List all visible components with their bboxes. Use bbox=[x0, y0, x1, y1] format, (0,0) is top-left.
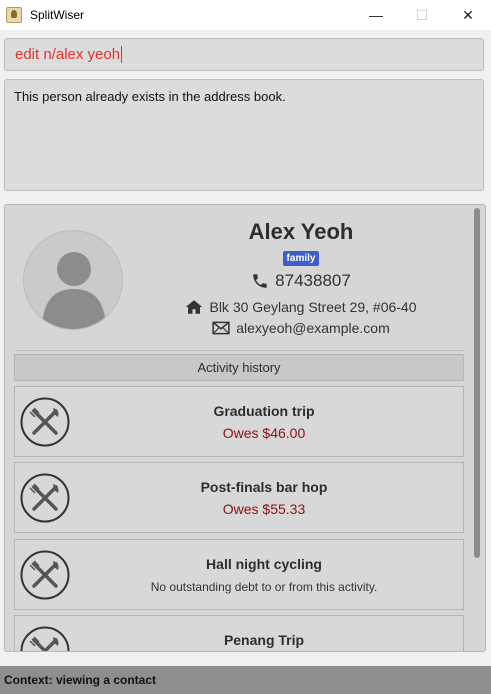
activity-title: Hall night cycling bbox=[206, 556, 322, 572]
avatar-placeholder-icon bbox=[42, 252, 106, 329]
activity-title: Post-finals bar hop bbox=[200, 479, 328, 495]
activity-card[interactable]: Graduation trip Owes $46.00 bbox=[14, 386, 464, 457]
phone-row: 87438807 bbox=[135, 271, 467, 291]
activity-card[interactable]: Post-finals bar hop Owes $55.33 bbox=[14, 462, 464, 533]
activity-status: No outstanding debt to or from this acti… bbox=[150, 580, 378, 594]
avatar bbox=[23, 230, 123, 330]
command-input[interactable]: edit n/alex yeoh bbox=[4, 38, 484, 71]
activity-title: Graduation trip bbox=[213, 403, 315, 419]
utensils-icon bbox=[20, 397, 70, 447]
window-title: SplitWiser bbox=[30, 8, 85, 22]
section-divider bbox=[15, 350, 465, 351]
close-button[interactable]: ✕ bbox=[445, 0, 491, 30]
result-message: This person already exists in the addres… bbox=[14, 89, 286, 104]
command-text: edit n/alex yeoh bbox=[15, 46, 121, 63]
scrollbar-thumb[interactable] bbox=[474, 208, 480, 558]
app-icon bbox=[6, 7, 22, 23]
utensils-icon bbox=[20, 550, 70, 600]
contact-phone: 87438807 bbox=[275, 271, 351, 290]
mail-icon bbox=[212, 321, 230, 335]
activity-status: Owes $55.33 bbox=[222, 501, 306, 517]
activity-card[interactable]: Penang Trip bbox=[14, 615, 464, 651]
phone-icon bbox=[253, 274, 267, 288]
activity-history-header: Activity history bbox=[14, 354, 464, 381]
tag-badge: family bbox=[282, 251, 320, 266]
address-row: Blk 30 Geylang Street 29, #06-40 bbox=[135, 299, 467, 315]
utensils-icon bbox=[20, 473, 70, 523]
activity-card[interactable]: Hall night cycling No outstanding debt t… bbox=[14, 539, 464, 610]
contact-address: Blk 30 Geylang Street 29, #06-40 bbox=[209, 299, 417, 315]
window-controls: — ☐ ✕ bbox=[353, 0, 491, 30]
utensils-icon bbox=[20, 626, 70, 651]
minimize-button[interactable]: — bbox=[353, 0, 399, 30]
email-row: alexyeoh@example.com bbox=[135, 320, 467, 336]
home-icon bbox=[186, 300, 203, 314]
activity-title: Penang Trip bbox=[223, 632, 305, 648]
result-display: This person already exists in the addres… bbox=[4, 79, 484, 191]
status-text: Context: viewing a contact bbox=[4, 673, 157, 687]
tag-row: family bbox=[135, 248, 467, 266]
contact-detail-panel[interactable]: Alex Yeoh family 87438807 Blk 30 Geylang… bbox=[4, 204, 486, 652]
text-caret bbox=[121, 46, 123, 63]
contact-email: alexyeoh@example.com bbox=[236, 320, 390, 336]
activity-status: Owes $46.00 bbox=[222, 425, 306, 441]
status-bar: Context: viewing a contact bbox=[0, 666, 491, 694]
contact-name: Alex Yeoh bbox=[248, 219, 354, 244]
maximize-button[interactable]: ☐ bbox=[399, 0, 445, 30]
title-bar: SplitWiser — ☐ ✕ bbox=[0, 0, 491, 30]
